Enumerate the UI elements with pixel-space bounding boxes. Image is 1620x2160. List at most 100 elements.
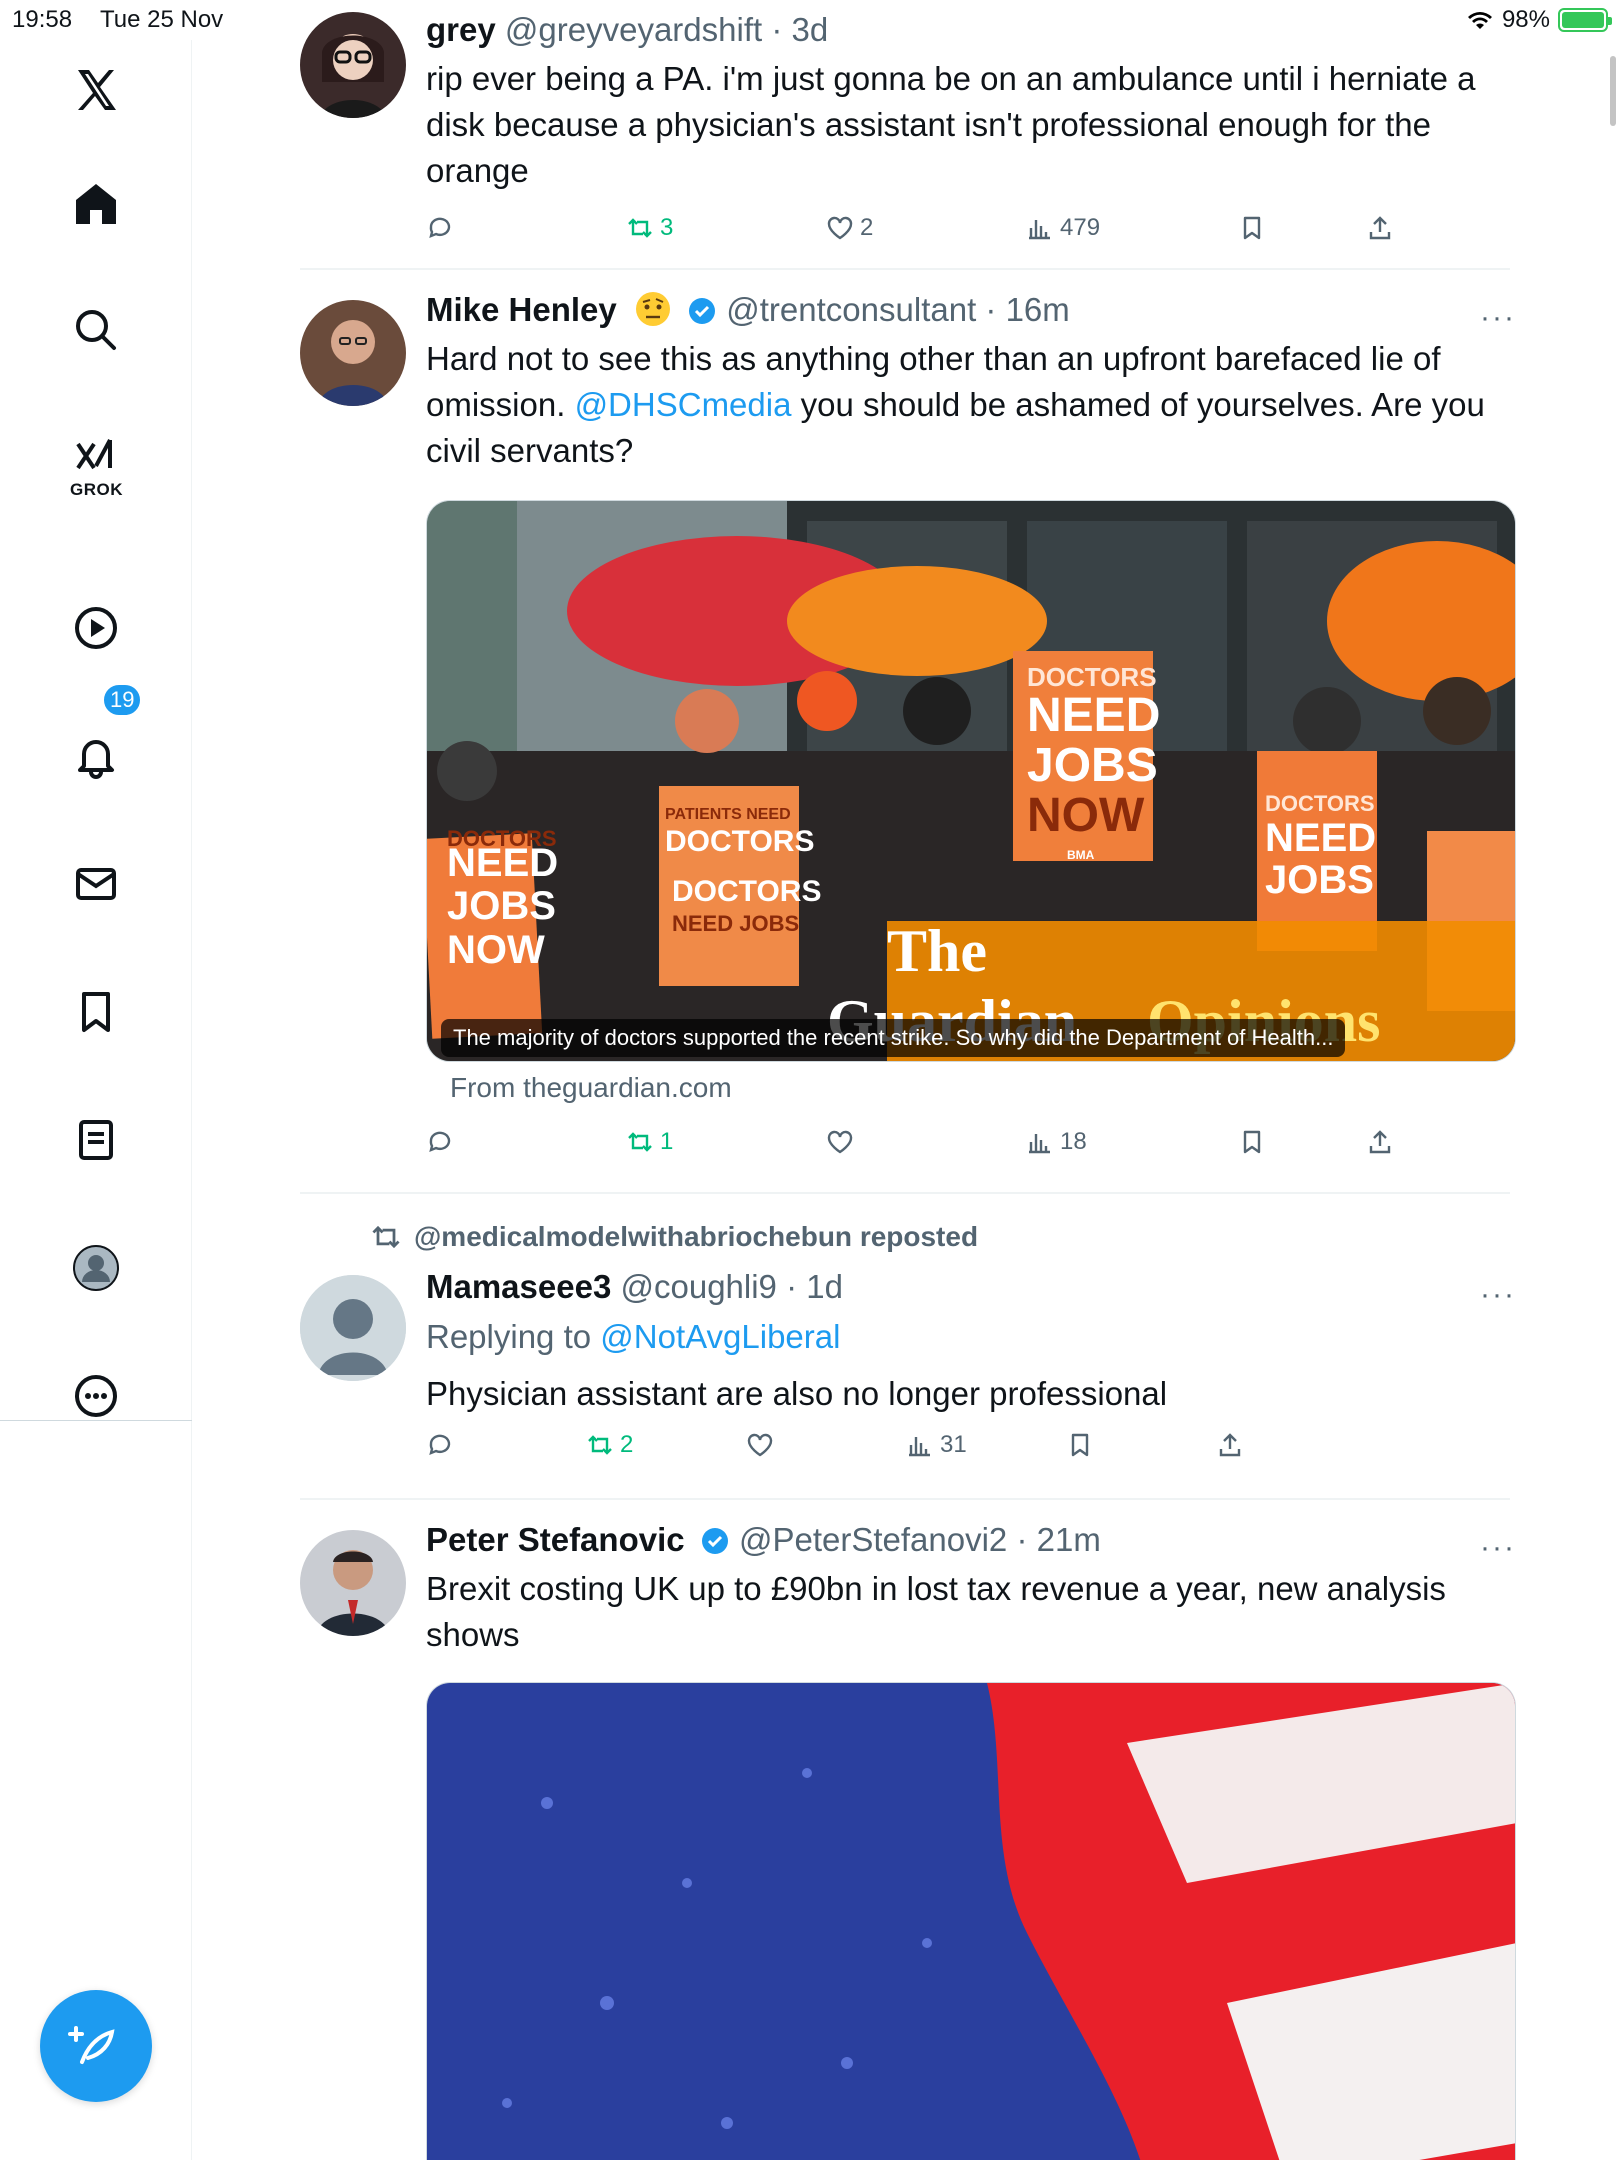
heart-icon xyxy=(747,1433,773,1457)
avatar[interactable] xyxy=(300,300,406,406)
profile-avatar-icon[interactable] xyxy=(56,1228,136,1308)
author-name[interactable]: grey xyxy=(426,11,496,48)
face-with-raised-eyebrow-emoji xyxy=(635,292,670,326)
views-icon xyxy=(1029,220,1050,240)
reply-button[interactable] xyxy=(426,1431,454,1459)
view-count: 18 xyxy=(1060,1128,1087,1155)
views-button[interactable]: 31 xyxy=(906,1431,967,1459)
sidebar: GROK 19 xyxy=(0,40,192,2160)
author-name[interactable]: Mamaseee3 xyxy=(426,1268,611,1305)
author-handle[interactable]: @trentconsultant xyxy=(726,291,976,328)
grok-label: GROK xyxy=(70,480,123,499)
sign-text: NEED xyxy=(447,841,558,885)
compose-feather-icon xyxy=(68,2026,115,2064)
reply-button[interactable] xyxy=(426,214,454,242)
sign-text: PATIENTS NEED xyxy=(665,806,791,823)
share-button[interactable] xyxy=(1366,214,1394,242)
mention-link[interactable]: @DHSCmedia xyxy=(575,386,792,423)
notifications-bell-icon[interactable] xyxy=(56,716,136,796)
tweet-time[interactable]: 1d xyxy=(806,1268,843,1305)
views-button[interactable]: 18 xyxy=(1026,1128,1087,1156)
compose-post-button[interactable] xyxy=(40,1990,152,2102)
like-button[interactable] xyxy=(746,1431,774,1459)
home-icon[interactable] xyxy=(56,164,136,244)
tweet-text: Hard not to see this as anything other t… xyxy=(426,336,1516,474)
bookmarks-icon[interactable] xyxy=(56,972,136,1052)
repost-button[interactable]: 2 xyxy=(586,1431,633,1459)
like-button[interactable]: 2 xyxy=(826,214,873,242)
replying-label: Replying to xyxy=(426,1318,601,1355)
repost-button[interactable]: 3 xyxy=(626,214,673,242)
tweet-time[interactable]: 16m xyxy=(1006,291,1070,328)
repost-indicator: @medicalmodelwithabriochebun reposted xyxy=(370,1221,978,1253)
tweet-image[interactable] xyxy=(426,1682,1516,2160)
tweet[interactable]: grey @greyveyardshift · 3d rip ever bein… xyxy=(300,10,1510,260)
tweet-actions: 2 31 xyxy=(426,1431,1516,1471)
author-handle[interactable]: @greyveyardshift xyxy=(505,11,762,48)
bookmark-icon xyxy=(1243,216,1261,240)
sign-text: DOCTORS xyxy=(672,875,821,908)
replying-to-link[interactable]: @NotAvgLiberal xyxy=(600,1318,840,1355)
search-icon[interactable] xyxy=(56,290,136,370)
tweet-time[interactable]: 3d xyxy=(791,11,828,48)
heart-icon xyxy=(827,216,853,240)
avatar[interactable] xyxy=(300,1530,406,1636)
heart-icon xyxy=(827,1130,853,1154)
more-options-icon[interactable]: ··· xyxy=(1480,1275,1516,1315)
author-handle[interactable]: @PeterStefanovi2 xyxy=(739,1521,1007,1558)
bookmark-button[interactable] xyxy=(1238,214,1266,242)
more-options-icon[interactable]: ··· xyxy=(1480,1528,1516,1568)
timeline-feed: grey @greyveyardshift · 3d rip ever bein… xyxy=(192,0,1620,2160)
link-source[interactable]: From theguardian.com xyxy=(450,1072,732,1104)
tweet[interactable]: Mike Henley @trentconsultant · 16m ··· H… xyxy=(300,290,1516,1190)
bookmark-button[interactable] xyxy=(1238,1128,1266,1156)
like-button[interactable] xyxy=(826,1128,854,1156)
repost-button[interactable]: 1 xyxy=(626,1128,673,1156)
tweet[interactable]: @medicalmodelwithabriochebun reposted Ma… xyxy=(300,1215,1514,1485)
sign-text: BMA xyxy=(1067,848,1095,862)
bookmark-button[interactable] xyxy=(1066,1431,1094,1459)
author-handle[interactable]: @coughli9 xyxy=(620,1268,776,1305)
share-icon xyxy=(1369,216,1391,240)
tweet-divider xyxy=(300,1192,1510,1194)
author-name[interactable]: Mike Henley xyxy=(426,291,617,328)
view-count: 479 xyxy=(1060,214,1101,241)
messages-envelope-icon[interactable] xyxy=(56,844,136,924)
verified-badge-icon xyxy=(701,1528,728,1554)
tweet-divider xyxy=(300,268,1510,270)
tweet[interactable]: Peter Stefanovic @PeterStefanovi2 · 21m … xyxy=(300,1520,1516,2160)
sign-text: NOW xyxy=(447,928,545,972)
reposted-by[interactable]: @medicalmodelwithabriochebun reposted xyxy=(414,1221,978,1253)
tweet-header: Peter Stefanovic @PeterStefanovi2 · 21m … xyxy=(426,1520,1516,1564)
tweet-header: Mike Henley @trentconsultant · 16m ··· xyxy=(426,290,1516,334)
reply-icon xyxy=(429,217,451,238)
avatar[interactable] xyxy=(300,1275,406,1381)
tweet-time[interactable]: 21m xyxy=(1037,1521,1101,1558)
avatar[interactable] xyxy=(300,12,406,118)
share-icon xyxy=(1369,1130,1391,1154)
status-time: 19:58 xyxy=(12,6,73,33)
tweet-text: Physician assistant are also no longer p… xyxy=(426,1375,1168,1412)
repost-count: 3 xyxy=(660,214,674,241)
author-name[interactable]: Peter Stefanovic xyxy=(426,1521,685,1558)
tweet-text: rip ever being a PA. i'm just gonna be o… xyxy=(426,60,1476,189)
lists-icon[interactable] xyxy=(56,1100,136,1180)
share-button[interactable] xyxy=(1216,1431,1244,1459)
sign-text: NEED JOBS xyxy=(672,911,799,936)
guardian-brand-text: The xyxy=(887,918,987,984)
like-count: 2 xyxy=(860,214,874,241)
x-logo-icon[interactable] xyxy=(56,50,136,130)
views-button[interactable]: 479 xyxy=(1026,214,1100,242)
share-button[interactable] xyxy=(1366,1128,1394,1156)
repost-count: 1 xyxy=(660,1128,674,1155)
more-options-icon[interactable] xyxy=(56,1356,136,1436)
union-flag-photo xyxy=(427,1683,1515,2160)
sign-text: JOBS xyxy=(1265,858,1374,902)
video-play-icon[interactable] xyxy=(56,588,136,668)
link-card-image[interactable]: DOCTORS NEED JOBS NOW PATIENTS NEED DOCT… xyxy=(426,500,1516,1062)
reply-button[interactable] xyxy=(426,1128,454,1156)
sign-text: DOCTORS xyxy=(665,825,814,858)
more-options-icon[interactable]: ··· xyxy=(1480,298,1516,338)
sign-text: DOCTORS xyxy=(1265,791,1375,816)
notifications-badge: 19 xyxy=(102,683,143,717)
